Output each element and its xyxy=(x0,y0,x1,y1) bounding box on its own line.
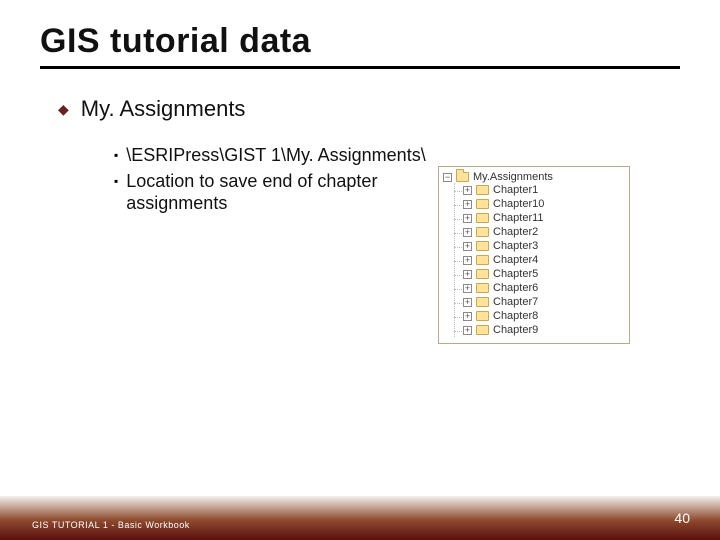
expand-icon[interactable]: + xyxy=(463,270,472,279)
tree-node[interactable]: + Chapter1 xyxy=(455,183,623,197)
tree-node-label: Chapter7 xyxy=(493,296,538,308)
list-item-text: \ESRIPress\GIST 1\My. Assignments\ xyxy=(126,144,425,166)
expand-icon[interactable]: + xyxy=(463,256,472,265)
tree-node[interactable]: + Chapter4 xyxy=(455,253,623,267)
tree-node[interactable]: + Chapter2 xyxy=(455,225,623,239)
slide-title: GIS tutorial data xyxy=(40,22,311,61)
tree-children: + Chapter1 + Chapter10 + Chapter11 + Chapter2 + C… xyxy=(454,183,623,337)
tree-node-label: Chapter6 xyxy=(493,282,538,294)
collapse-icon[interactable]: − xyxy=(443,173,452,182)
folder-tree: − My.Assignments + Chapter1 + Chapter10 + Cha… xyxy=(438,166,630,344)
expand-icon[interactable]: + xyxy=(463,214,472,223)
folder-open-icon xyxy=(456,172,469,182)
expand-icon[interactable]: + xyxy=(463,242,472,251)
page-number: 40 xyxy=(674,510,690,526)
expand-icon[interactable]: + xyxy=(463,312,472,321)
folder-icon xyxy=(476,227,489,237)
list-item-text: Location to save end of chapter assignme… xyxy=(126,170,454,214)
tree-node[interactable]: + Chapter11 xyxy=(455,211,623,225)
tree-node-label: Chapter11 xyxy=(493,212,544,224)
expand-icon[interactable]: + xyxy=(463,186,472,195)
tree-node[interactable]: + Chapter3 xyxy=(455,239,623,253)
footer-text: GIS TUTORIAL 1 - Basic Workbook xyxy=(32,520,190,530)
tree-node[interactable]: + Chapter9 xyxy=(455,323,623,337)
tree-node-label: Chapter2 xyxy=(493,226,538,238)
title-rule xyxy=(40,66,680,69)
diamond-bullet-icon: ◆ xyxy=(58,96,69,122)
tree-node-label: Chapter3 xyxy=(493,240,538,252)
tree-node-label: Chapter9 xyxy=(493,324,538,336)
folder-icon xyxy=(476,283,489,293)
folder-icon xyxy=(476,255,489,265)
tree-node[interactable]: + Chapter5 xyxy=(455,267,623,281)
tree-node-label: Chapter4 xyxy=(493,254,538,266)
square-bullet-icon: ▪ xyxy=(114,170,118,192)
folder-icon xyxy=(476,241,489,251)
folder-icon xyxy=(476,213,489,223)
bullet-level1: ◆ My. Assignments xyxy=(58,96,678,122)
expand-icon[interactable]: + xyxy=(463,284,472,293)
folder-icon xyxy=(476,185,489,195)
tree-node-label: Chapter10 xyxy=(493,198,544,210)
expand-icon[interactable]: + xyxy=(463,228,472,237)
folder-icon xyxy=(476,297,489,307)
bullet-level1-text: My. Assignments xyxy=(81,96,246,122)
tree-root[interactable]: − My.Assignments xyxy=(443,171,623,183)
footer-band xyxy=(0,496,720,540)
folder-icon xyxy=(476,199,489,209)
bullet-level2-list: ▪ \ESRIPress\GIST 1\My. Assignments\ ▪ L… xyxy=(114,144,454,214)
tree-node[interactable]: + Chapter10 xyxy=(455,197,623,211)
list-item: ▪ \ESRIPress\GIST 1\My. Assignments\ xyxy=(114,144,454,166)
tree-node[interactable]: + Chapter6 xyxy=(455,281,623,295)
tree-node-label: Chapter1 xyxy=(493,184,538,196)
expand-icon[interactable]: + xyxy=(463,200,472,209)
square-bullet-icon: ▪ xyxy=(114,144,118,166)
expand-icon[interactable]: + xyxy=(463,298,472,307)
expand-icon[interactable]: + xyxy=(463,326,472,335)
list-item: ▪ Location to save end of chapter assign… xyxy=(114,170,454,214)
tree-root-label: My.Assignments xyxy=(473,171,553,183)
tree-node-label: Chapter8 xyxy=(493,310,538,322)
slide: GIS tutorial data ◆ My. Assignments ▪ \E… xyxy=(0,0,720,540)
tree-node[interactable]: + Chapter8 xyxy=(455,309,623,323)
folder-icon xyxy=(476,311,489,321)
tree-node[interactable]: + Chapter7 xyxy=(455,295,623,309)
folder-icon xyxy=(476,269,489,279)
tree-node-label: Chapter5 xyxy=(493,268,538,280)
folder-icon xyxy=(476,325,489,335)
